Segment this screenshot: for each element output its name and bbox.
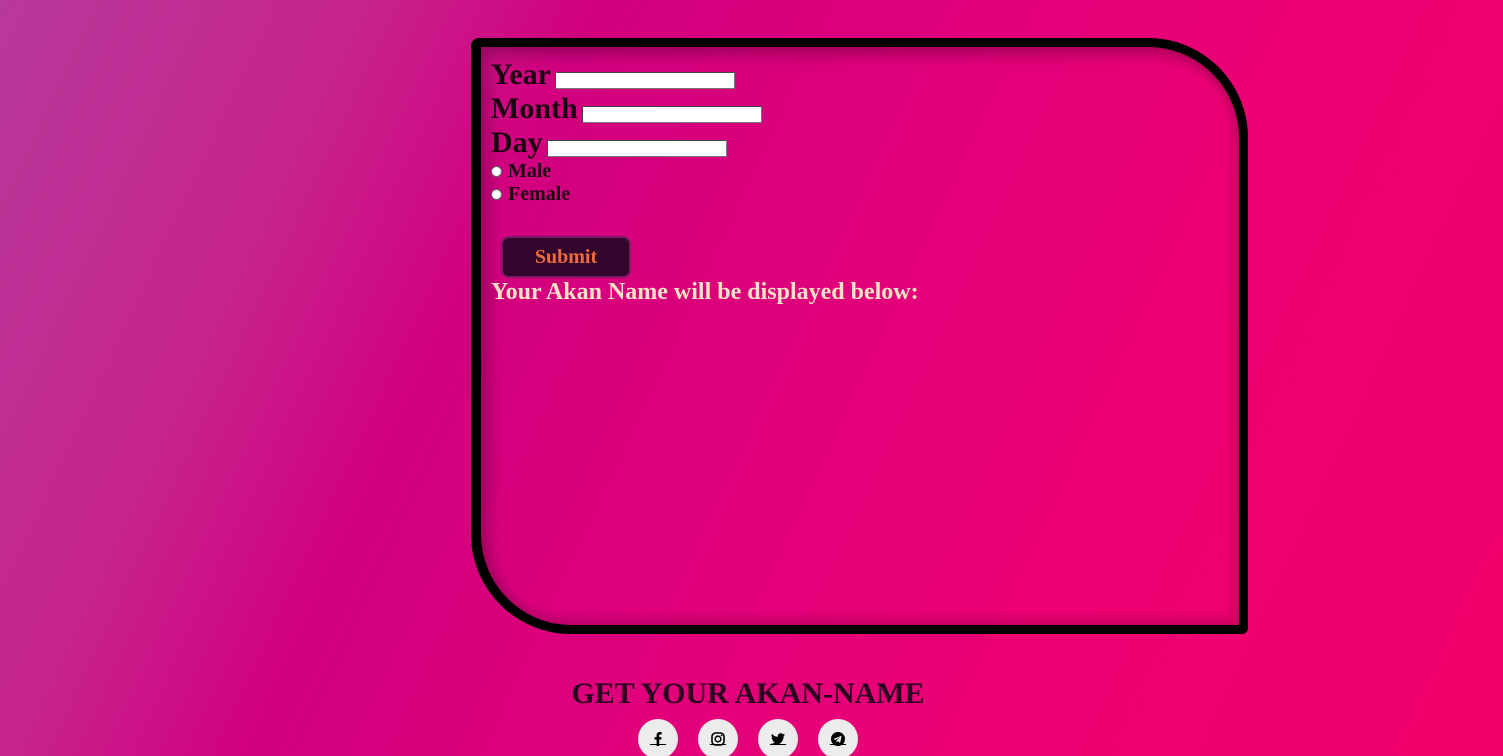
facebook-icon[interactable] bbox=[638, 719, 678, 756]
akan-form-card bbox=[471, 38, 1248, 634]
instagram-link-underline bbox=[710, 744, 726, 745]
instagram-icon[interactable] bbox=[698, 719, 738, 756]
female-radio-label[interactable]: Female bbox=[508, 183, 570, 205]
month-input[interactable] bbox=[582, 106, 762, 123]
twitter-icon[interactable] bbox=[758, 719, 798, 756]
telegram-icon[interactable] bbox=[818, 719, 858, 756]
facebook-link-underline bbox=[650, 744, 666, 745]
telegram-link-underline bbox=[830, 744, 846, 745]
akan-name-result-heading: Your Akan Name will be displayed below: bbox=[491, 279, 919, 305]
month-label: Month bbox=[491, 92, 578, 125]
day-label: Day bbox=[491, 126, 543, 159]
female-radio[interactable] bbox=[491, 189, 502, 200]
day-input[interactable] bbox=[547, 140, 727, 157]
year-input[interactable] bbox=[555, 72, 735, 89]
male-radio-label[interactable]: Male bbox=[508, 160, 551, 182]
footer-title: GET YOUR AKAN-NAME bbox=[571, 677, 925, 710]
submit-button[interactable]: Submit bbox=[501, 236, 631, 278]
male-radio[interactable] bbox=[491, 166, 502, 177]
year-label: Year bbox=[491, 58, 551, 91]
twitter-link-underline bbox=[770, 744, 786, 745]
